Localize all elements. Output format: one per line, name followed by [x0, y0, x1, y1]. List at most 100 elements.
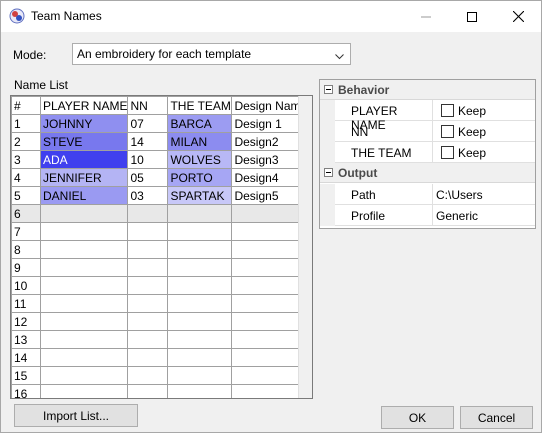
- mode-dropdown[interactable]: An embroidery for each template: [72, 43, 351, 65]
- name-list-grid[interactable]: # PLAYER NAME NN THE TEAM Design Name 1J…: [10, 95, 313, 399]
- property-value[interactable]: Keep: [433, 100, 535, 121]
- nn-cell[interactable]: [127, 276, 169, 295]
- property-value[interactable]: Keep: [433, 142, 535, 163]
- team-cell[interactable]: [167, 240, 233, 259]
- property-row-profile[interactable]: Profile Generic: [320, 205, 535, 226]
- column-header-number[interactable]: #: [11, 96, 41, 115]
- table-row[interactable]: 8: [11, 240, 309, 259]
- property-value[interactable]: Generic: [433, 205, 535, 226]
- nn-cell[interactable]: 05: [127, 168, 169, 187]
- design-name-cell[interactable]: Design 1: [231, 114, 309, 133]
- nn-cell[interactable]: [127, 240, 169, 259]
- ok-button[interactable]: OK: [381, 406, 454, 429]
- player-name-cell[interactable]: [39, 366, 129, 385]
- grid-vertical-scrollbar[interactable]: [298, 96, 312, 398]
- team-cell[interactable]: [167, 204, 233, 223]
- property-row-path[interactable]: Path C:\Users: [320, 184, 535, 205]
- team-cell[interactable]: MILAN: [167, 132, 233, 151]
- table-row[interactable]: 15: [11, 366, 309, 385]
- cancel-button[interactable]: Cancel: [460, 406, 533, 429]
- nn-cell[interactable]: [127, 312, 169, 331]
- team-cell[interactable]: [167, 222, 233, 241]
- property-value[interactable]: C:\Users: [433, 184, 535, 205]
- nn-cell[interactable]: [127, 222, 169, 241]
- table-row[interactable]: 16: [11, 384, 309, 398]
- keep-checkbox[interactable]: [441, 146, 454, 159]
- table-row[interactable]: 1 JOHNNY 07 BARCA Design 1: [11, 114, 309, 133]
- keep-checkbox[interactable]: [441, 104, 454, 117]
- team-cell[interactable]: [167, 258, 233, 277]
- table-row[interactable]: 12: [11, 312, 309, 331]
- player-name-cell[interactable]: [39, 330, 129, 349]
- design-name-cell[interactable]: Design4: [231, 168, 309, 187]
- collapse-icon[interactable]: [324, 85, 333, 94]
- player-name-cell[interactable]: [39, 384, 129, 398]
- design-name-cell[interactable]: [231, 366, 309, 385]
- design-name-cell[interactable]: [231, 312, 309, 331]
- property-row-the-team[interactable]: THE TEAM Keep: [320, 142, 535, 163]
- design-name-cell[interactable]: Design2: [231, 132, 309, 151]
- nn-cell[interactable]: [127, 348, 169, 367]
- nn-cell[interactable]: 10: [127, 150, 169, 169]
- player-name-cell[interactable]: [39, 312, 129, 331]
- team-cell[interactable]: PORTO: [167, 168, 233, 187]
- table-row[interactable]: 14: [11, 348, 309, 367]
- table-row[interactable]: 11: [11, 294, 309, 313]
- team-cell[interactable]: [167, 312, 233, 331]
- team-cell[interactable]: [167, 384, 233, 398]
- design-name-cell[interactable]: Design3: [231, 150, 309, 169]
- team-cell[interactable]: [167, 294, 233, 313]
- table-row[interactable]: 2 STEVE 14 MILAN Design2: [11, 132, 309, 151]
- player-name-cell[interactable]: [39, 276, 129, 295]
- column-header-design-name[interactable]: Design Name: [231, 96, 309, 115]
- table-row[interactable]: 13: [11, 330, 309, 349]
- player-name-cell[interactable]: [39, 240, 129, 259]
- team-cell[interactable]: [167, 366, 233, 385]
- player-name-cell[interactable]: [39, 348, 129, 367]
- category-output[interactable]: Output: [320, 163, 535, 183]
- nn-cell[interactable]: [127, 258, 169, 277]
- column-header-nn[interactable]: NN: [127, 96, 169, 115]
- player-name-cell[interactable]: JOHNNY: [39, 114, 129, 133]
- design-name-cell[interactable]: [231, 240, 309, 259]
- nn-cell[interactable]: 14: [127, 132, 169, 151]
- team-cell[interactable]: [167, 348, 233, 367]
- design-name-cell[interactable]: [231, 384, 309, 398]
- table-row[interactable]: 7: [11, 222, 309, 241]
- design-name-cell[interactable]: [231, 330, 309, 349]
- player-name-cell[interactable]: [39, 204, 129, 223]
- property-value[interactable]: Keep: [433, 121, 535, 142]
- table-row[interactable]: 4 JENNIFER 05 PORTO Design4: [11, 168, 309, 187]
- nn-cell[interactable]: [127, 384, 169, 398]
- player-name-cell[interactable]: STEVE: [39, 132, 129, 151]
- table-row[interactable]: 9: [11, 258, 309, 277]
- design-name-cell[interactable]: [231, 222, 309, 241]
- design-name-cell[interactable]: [231, 258, 309, 277]
- player-name-cell[interactable]: [39, 294, 129, 313]
- design-name-cell[interactable]: [231, 276, 309, 295]
- nn-cell[interactable]: 03: [127, 186, 169, 205]
- design-name-cell[interactable]: [231, 294, 309, 313]
- nn-cell[interactable]: [127, 294, 169, 313]
- team-cell[interactable]: WOLVES: [167, 150, 233, 169]
- import-list-button[interactable]: Import List...: [14, 404, 138, 427]
- collapse-icon[interactable]: [324, 168, 333, 177]
- nn-cell[interactable]: 07: [127, 114, 169, 133]
- player-name-cell[interactable]: [39, 222, 129, 241]
- team-cell[interactable]: BARCA: [167, 114, 233, 133]
- table-row[interactable]: 3 ADA 10 WOLVES Design3: [11, 150, 309, 169]
- design-name-cell[interactable]: [231, 204, 309, 223]
- nn-cell[interactable]: [127, 330, 169, 349]
- table-row[interactable]: 10: [11, 276, 309, 295]
- team-cell[interactable]: [167, 276, 233, 295]
- team-cell[interactable]: [167, 330, 233, 349]
- new-row[interactable]: 6: [11, 204, 309, 223]
- table-row[interactable]: 5 DANIEL 03 SPARTAK Design5: [11, 186, 309, 205]
- column-header-player-name[interactable]: PLAYER NAME: [39, 96, 129, 115]
- column-header-the-team[interactable]: THE TEAM: [167, 96, 233, 115]
- team-cell[interactable]: SPARTAK: [167, 186, 233, 205]
- nn-cell[interactable]: [127, 204, 169, 223]
- property-row-player-name[interactable]: PLAYER NAME Keep: [320, 100, 535, 132]
- player-name-cell[interactable]: JENNIFER: [39, 168, 129, 187]
- keep-checkbox[interactable]: [441, 125, 454, 138]
